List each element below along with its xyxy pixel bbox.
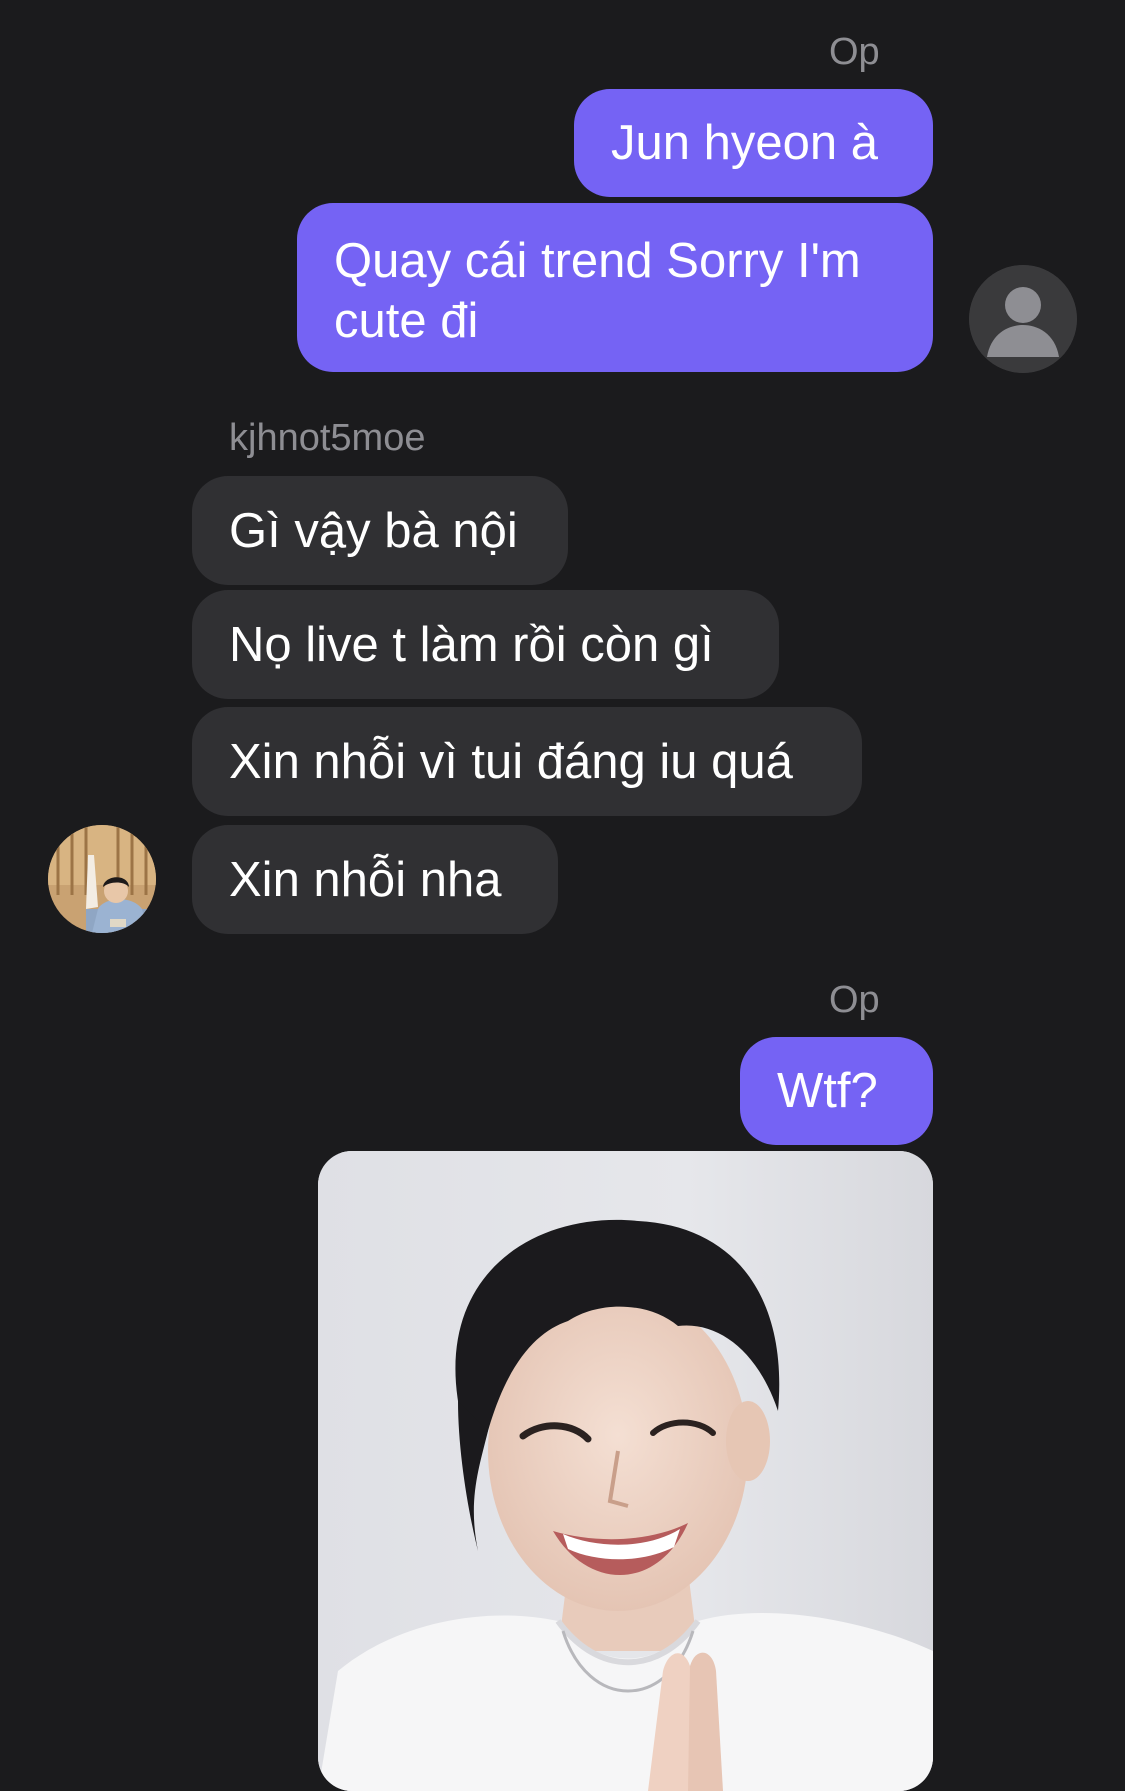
incoming-message-bubble[interactable]: Xin nhỗi vì tui đáng iu quá xyxy=(192,707,862,816)
contact-profile-photo-icon xyxy=(48,825,156,933)
message-text: Quay cái trend Sorry I'm cute đi xyxy=(334,234,861,348)
outgoing-message-bubble[interactable]: Quay cái trend Sorry I'm cute đi xyxy=(297,203,933,372)
message-text: Wtf? xyxy=(777,1064,878,1118)
sender-label-op: Op xyxy=(829,979,880,1021)
incoming-message-bubble[interactable]: Nọ live t làm rồi còn gì xyxy=(192,590,779,699)
default-user-avatar-icon xyxy=(969,265,1077,373)
outgoing-message-bubble[interactable]: Wtf? xyxy=(740,1037,933,1145)
sender-label-op: Op xyxy=(829,31,880,73)
message-text: Jun hyeon à xyxy=(611,116,878,170)
message-text: Xin nhỗi vì tui đáng iu quá xyxy=(229,734,793,789)
sender-label-contact: kjhnot5moe xyxy=(229,417,426,459)
shared-photo-message[interactable] xyxy=(318,1151,933,1791)
photo-image xyxy=(318,1151,933,1791)
contact-avatar[interactable] xyxy=(48,825,156,933)
incoming-message-bubble[interactable]: Xin nhỗi nha xyxy=(192,825,558,934)
message-text: Nọ live t làm rồi còn gì xyxy=(229,617,714,672)
message-text: Gì vậy bà nội xyxy=(229,503,518,558)
message-text: Xin nhỗi nha xyxy=(229,852,502,907)
own-avatar-icon[interactable] xyxy=(969,265,1077,373)
outgoing-message-bubble[interactable]: Jun hyeon à xyxy=(574,89,933,197)
incoming-message-bubble[interactable]: Gì vậy bà nội xyxy=(192,476,568,585)
